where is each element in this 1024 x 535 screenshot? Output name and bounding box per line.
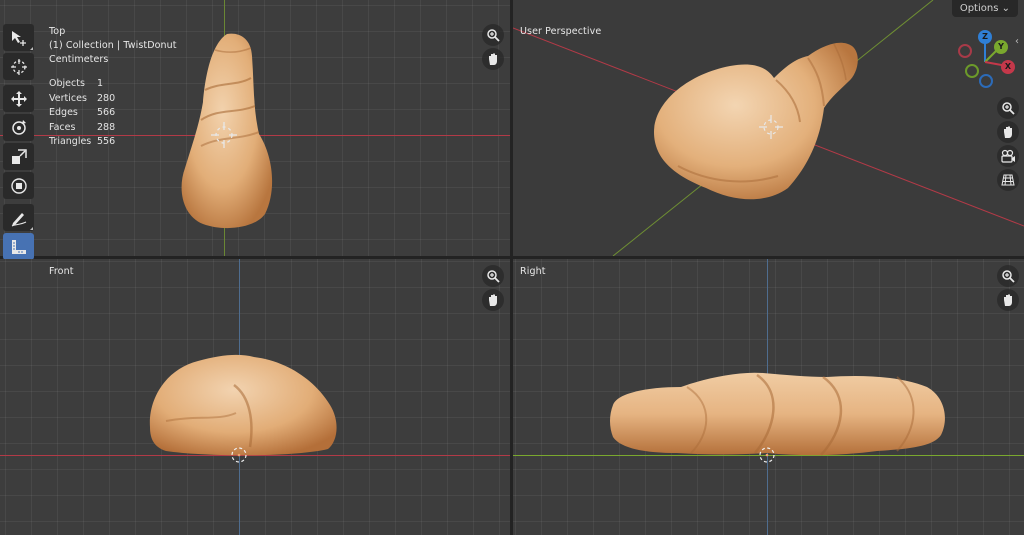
annotate-icon bbox=[11, 212, 26, 226]
select-box-icon bbox=[11, 30, 26, 46]
stat-key: Triangles bbox=[49, 136, 92, 147]
rotate-icon bbox=[11, 119, 26, 135]
chevron-down-icon: ⌄ bbox=[1001, 3, 1010, 14]
pan-button[interactable] bbox=[482, 289, 504, 311]
stat-row: Edges 566 bbox=[49, 106, 115, 121]
pan-button[interactable] bbox=[997, 289, 1019, 311]
pan-button[interactable] bbox=[997, 121, 1019, 143]
front-view-title: Front bbox=[49, 266, 74, 277]
stat-value: 566 bbox=[97, 107, 116, 118]
move-tool[interactable] bbox=[3, 85, 34, 112]
grid-icon bbox=[1001, 174, 1015, 186]
twist-donut-right-model[interactable] bbox=[607, 369, 951, 459]
transform-tool[interactable] bbox=[3, 172, 34, 199]
zoom-button[interactable] bbox=[482, 265, 504, 287]
camera-view-button[interactable] bbox=[997, 145, 1019, 167]
toggle-ortho-button[interactable] bbox=[997, 169, 1019, 191]
right-view-navigation bbox=[997, 265, 1019, 313]
options-dropdown[interactable]: Options ⌄ bbox=[951, 0, 1018, 17]
stat-row: Faces 288 bbox=[49, 121, 115, 136]
zoom-button[interactable] bbox=[482, 24, 504, 46]
gizmo-neg-y-ball[interactable] bbox=[965, 64, 979, 78]
zoom-icon bbox=[487, 270, 500, 283]
measure-tool[interactable] bbox=[3, 233, 34, 260]
measure-icon bbox=[11, 239, 26, 254]
stat-key: Vertices bbox=[49, 92, 87, 104]
gizmo-z-ball[interactable]: Z bbox=[978, 30, 992, 44]
top-viewport[interactable]: Top (1) Collection | TwistDonut Centimet… bbox=[0, 0, 510, 256]
perspective-viewport[interactable]: User Perspective bbox=[513, 0, 1024, 256]
perspective-view-navigation bbox=[997, 97, 1019, 193]
stat-value: 280 bbox=[97, 92, 116, 104]
pan-icon bbox=[489, 53, 497, 65]
zoom-icon bbox=[1002, 270, 1015, 283]
twist-donut-perspective-model[interactable] bbox=[648, 36, 863, 206]
twist-donut-front-model[interactable] bbox=[146, 351, 340, 457]
scale-icon bbox=[11, 148, 27, 164]
gizmo-x-ball[interactable]: X bbox=[1001, 60, 1015, 74]
gizmo-neg-x-ball[interactable] bbox=[958, 44, 972, 58]
top-view-title: Top bbox=[49, 26, 66, 37]
stat-value: 556 bbox=[97, 136, 116, 147]
rotate-tool[interactable] bbox=[3, 114, 34, 141]
collection-label: (1) Collection | TwistDonut bbox=[49, 40, 177, 51]
stat-key: Edges bbox=[49, 107, 78, 118]
right-viewport[interactable]: Right bbox=[513, 259, 1024, 535]
scene-statistics: Objects 1 Vertices 280 Edges 566 Faces 288 T… bbox=[49, 77, 115, 150]
zoom-button[interactable] bbox=[997, 97, 1019, 119]
cursor-tool[interactable] bbox=[3, 53, 34, 80]
annotate-tool[interactable] bbox=[3, 204, 34, 231]
zoom-icon bbox=[1002, 102, 1015, 115]
perspective-view-title: User Perspective bbox=[520, 26, 602, 37]
units-label: Centimeters bbox=[49, 54, 109, 65]
stat-key: Faces bbox=[49, 121, 76, 133]
stat-key: Objects bbox=[49, 78, 85, 89]
gizmo-y-ball[interactable]: Y bbox=[994, 40, 1008, 54]
pan-icon bbox=[489, 294, 497, 306]
stat-value: 1 bbox=[97, 78, 104, 89]
navigation-gizmo[interactable]: Z Y X bbox=[951, 28, 1019, 94]
right-view-title: Right bbox=[520, 266, 546, 277]
3d-cursor-perspective-icon[interactable] bbox=[758, 114, 784, 140]
stat-row: Triangles 556 bbox=[49, 135, 115, 150]
origin-pivot-front-icon[interactable] bbox=[230, 446, 248, 464]
scale-tool[interactable] bbox=[3, 143, 34, 170]
transform-icon bbox=[10, 177, 27, 194]
options-label: Options bbox=[959, 3, 999, 14]
stat-value: 288 bbox=[97, 121, 116, 133]
front-viewport[interactable]: Front bbox=[0, 259, 510, 535]
cursor-icon bbox=[10, 58, 27, 75]
zoom-button[interactable] bbox=[997, 265, 1019, 287]
pan-icon bbox=[1004, 126, 1012, 138]
camera-icon bbox=[1000, 149, 1015, 163]
stat-row: Objects 1 bbox=[49, 77, 115, 92]
zoom-icon bbox=[487, 29, 500, 42]
stat-row: Vertices 280 bbox=[49, 92, 115, 107]
top-view-navigation bbox=[482, 24, 504, 72]
pan-button[interactable] bbox=[482, 48, 504, 70]
gizmo-neg-z-ball[interactable] bbox=[979, 74, 993, 88]
move-icon bbox=[10, 90, 27, 107]
3d-cursor-icon[interactable] bbox=[210, 121, 238, 149]
select-box-tool[interactable] bbox=[3, 24, 34, 51]
origin-pivot-right-icon[interactable] bbox=[758, 446, 776, 464]
pan-icon bbox=[1004, 294, 1012, 306]
front-view-navigation bbox=[482, 265, 504, 313]
